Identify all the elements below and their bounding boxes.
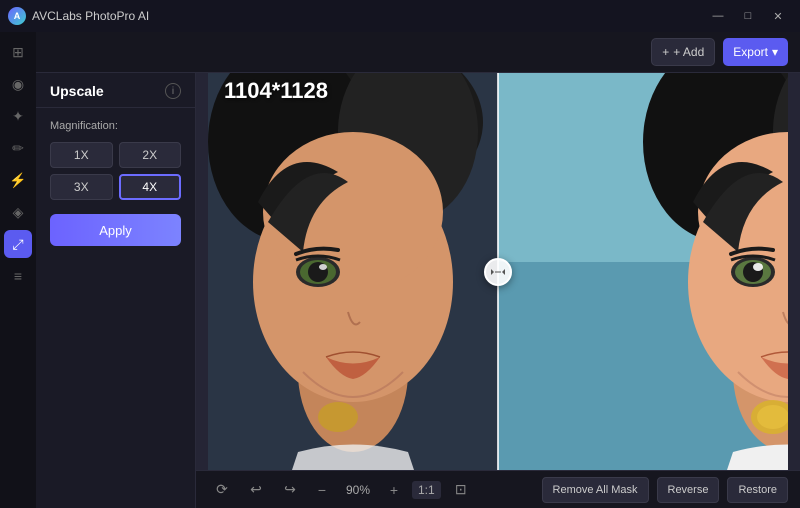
sidebar-icon-face[interactable]: ◉ [4,70,32,98]
main-layout: ⊞ ◉ ✦ ✏ ⚡ ◈ ⤢ ≡ + + Add Export ▾ Upscale [0,32,800,508]
export-chevron-icon: ▾ [772,45,778,59]
zoom-in-button[interactable]: + [382,478,406,502]
reverse-button[interactable]: Reverse [657,477,720,503]
restore-button[interactable]: Restore [727,477,788,503]
sidebar-icon-upscale[interactable]: ⤢ [4,230,32,258]
image-left: 1104*1128 [208,73,498,470]
sidebar-icon-enhance[interactable]: ✦ [4,102,32,130]
top-bar: + + Add Export ▾ [36,32,800,73]
sidebar-icon-sliders[interactable]: ≡ [4,262,32,290]
panel-content: Magnification: 1X 2X 3X 4X Apply [36,108,195,508]
app-icon: A [8,7,26,25]
bottom-toolbar: ⟳ ↩ ↪ − 90% + 1:1 ⊡ Remove All Mask Reve… [196,470,800,508]
sidebar-icon-home[interactable]: ⊞ [4,38,32,66]
canvas-area-wrapper: 1104*1128 [196,73,800,508]
titlebar: A AVCLabs PhotoPro AI — □ ✕ [0,0,800,32]
add-icon: + [662,45,669,59]
mag-3x-button[interactable]: 3X [50,174,113,200]
anime-face-left-svg [208,73,498,470]
info-icon[interactable]: i [165,83,181,99]
export-button[interactable]: Export ▾ [723,38,788,66]
remove-all-mask-button[interactable]: Remove All Mask [542,477,649,503]
image-right [498,73,788,470]
close-button[interactable]: ✕ [764,5,792,27]
mag-4x-button[interactable]: 4X [119,174,182,200]
panel-header: Upscale i [36,73,195,108]
sidebar-icons: ⊞ ◉ ✦ ✏ ⚡ ◈ ⤢ ≡ [0,32,36,508]
arrows-icon [491,265,505,279]
titlebar-controls: — □ ✕ [704,5,792,27]
undo-button[interactable]: ↩ [242,476,270,504]
toolbar-left: ⟳ ↩ ↪ − 90% + 1:1 ⊡ [208,476,475,504]
zoom-ratio[interactable]: 1:1 [412,481,441,499]
image-container: 1104*1128 [208,73,788,470]
maximize-button[interactable]: □ [734,5,762,27]
titlebar-left: A AVCLabs PhotoPro AI [8,7,149,25]
zoom-out-button[interactable]: − [310,478,334,502]
magnification-label: Magnification: [50,120,181,132]
screenshot-button[interactable]: ⟳ [208,476,236,504]
fit-view-button[interactable]: ⊡ [447,476,475,504]
panel: Upscale i Magnification: 1X 2X 3X 4X App… [36,73,196,508]
zoom-value: 90% [340,483,376,497]
sidebar-icon-magic[interactable]: ⚡ [4,166,32,194]
mag-2x-button[interactable]: 2X [119,142,182,168]
magnification-grid: 1X 2X 3X 4X [50,142,181,200]
mag-1x-button[interactable]: 1X [50,142,113,168]
sidebar-icon-paint[interactable]: ◈ [4,198,32,226]
add-button[interactable]: + + Add [651,38,715,66]
redo-button[interactable]: ↪ [276,476,304,504]
resolution-text: 1104*1128 [224,78,328,104]
titlebar-title: AVCLabs PhotoPro AI [32,9,149,23]
toolbar-right: Remove All Mask Reverse Restore [542,477,788,503]
apply-button[interactable]: Apply [50,214,181,246]
panel-title: Upscale [50,83,104,99]
minimize-button[interactable]: — [704,5,732,27]
divider-handle[interactable] [484,258,512,286]
canvas-area: 1104*1128 [196,73,800,470]
sidebar-icon-brush[interactable]: ✏ [4,134,32,162]
anime-face-right-svg [498,73,788,470]
